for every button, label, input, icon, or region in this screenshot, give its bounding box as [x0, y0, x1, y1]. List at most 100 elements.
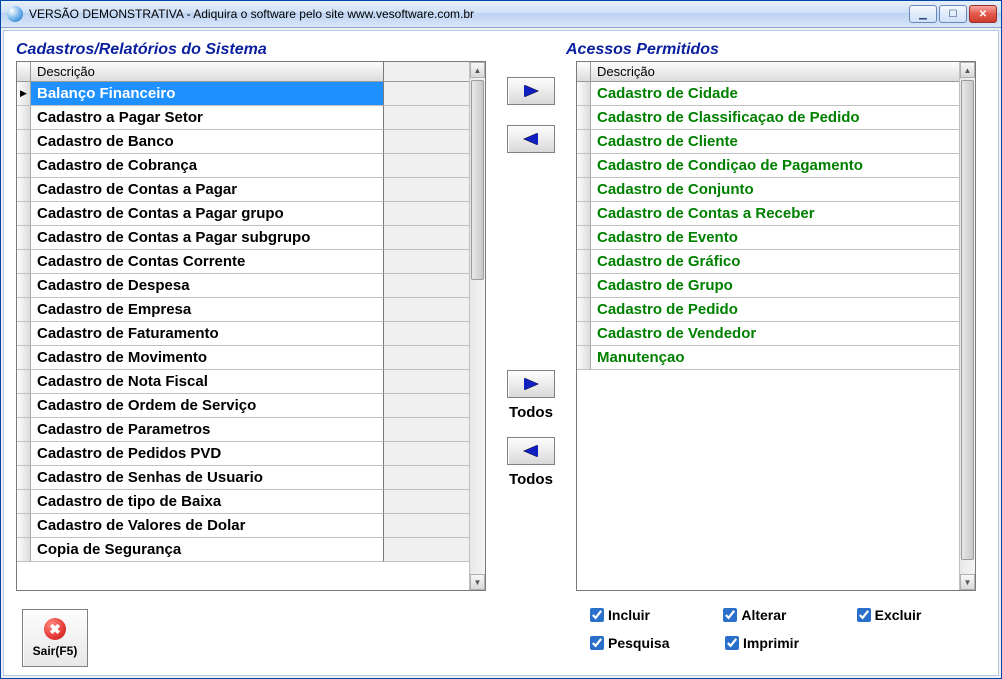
- table-row[interactable]: Cadastro de Pedido: [577, 298, 959, 322]
- scroll-thumb[interactable]: [471, 80, 484, 280]
- cell-descricao[interactable]: Balanço Financeiro: [31, 82, 383, 106]
- cell-descricao[interactable]: Cadastro de Banco: [31, 130, 383, 154]
- cell-descricao[interactable]: Cadastro de Despesa: [31, 274, 383, 298]
- cell-descricao[interactable]: Cadastro de Cidade: [591, 82, 959, 106]
- cell-descricao[interactable]: Cadastro de Valores de Dolar: [31, 514, 383, 538]
- move-right-button[interactable]: [507, 77, 555, 105]
- cell-descricao[interactable]: Cadastro de Faturamento: [31, 322, 383, 346]
- table-row[interactable]: Cadastro de Parametros: [17, 418, 469, 442]
- close-button[interactable]: ✕: [969, 5, 997, 23]
- table-row[interactable]: Cadastro de tipo de Baixa: [17, 490, 469, 514]
- cell-descricao[interactable]: Cadastro de Senhas de Usuario: [31, 466, 383, 490]
- table-row[interactable]: Cadastro de Contas a Pagar grupo: [17, 202, 469, 226]
- table-row[interactable]: Cadastro de Gráfico: [577, 250, 959, 274]
- checkbox-pesquisa[interactable]: [590, 636, 604, 650]
- table-row[interactable]: Cadastro de Contas a Receber: [577, 202, 959, 226]
- check-alterar[interactable]: Alterar: [719, 605, 852, 625]
- scrollbar-vertical[interactable]: ▲ ▼: [959, 62, 975, 590]
- table-row[interactable]: Cadastro de Cobrança: [17, 154, 469, 178]
- cell-descricao[interactable]: Cadastro de Contas a Pagar subgrupo: [31, 226, 383, 250]
- cell-descricao[interactable]: Cadastro de Contas a Receber: [591, 202, 959, 226]
- heading-cadastros: Cadastros/Relatórios do Sistema: [16, 41, 486, 59]
- cell-descricao[interactable]: Cadastro de Gráfico: [591, 250, 959, 274]
- sair-button[interactable]: ✖ Sair(F5): [22, 609, 88, 667]
- column-header-descricao[interactable]: Descrição: [31, 62, 383, 82]
- checkbox-excluir[interactable]: [857, 608, 871, 622]
- table-row[interactable]: Cadastro de Cidade: [577, 82, 959, 106]
- cell-descricao[interactable]: Cadastro de Empresa: [31, 298, 383, 322]
- table-row[interactable]: Cadastro de Movimento: [17, 346, 469, 370]
- cell-descricao[interactable]: Cadastro de Contas Corrente: [31, 250, 383, 274]
- table-row[interactable]: Cadastro de Conjunto: [577, 178, 959, 202]
- cell-descricao[interactable]: Cadastro de Pedido: [591, 298, 959, 322]
- checkbox-incluir[interactable]: [590, 608, 604, 622]
- cell-descricao[interactable]: Cadastro de Evento: [591, 226, 959, 250]
- cell-descricao[interactable]: Cadastro de Contas a Pagar grupo: [31, 202, 383, 226]
- check-imprimir[interactable]: Imprimir: [721, 633, 856, 653]
- table-row[interactable]: Cadastro de Empresa: [17, 298, 469, 322]
- cell-descricao[interactable]: Cadastro a Pagar Setor: [31, 106, 383, 130]
- cell-descricao[interactable]: Cadastro de Parametros: [31, 418, 383, 442]
- table-row[interactable]: Cadastro de Senhas de Usuario: [17, 466, 469, 490]
- cell-descricao[interactable]: Cadastro de Movimento: [31, 346, 383, 370]
- table-row[interactable]: Cadastro de Condiçao de Pagamento: [577, 154, 959, 178]
- cell-descricao[interactable]: Cadastro de Pedidos PVD: [31, 442, 383, 466]
- cell-descricao[interactable]: Cadastro de tipo de Baixa: [31, 490, 383, 514]
- table-row[interactable]: Manutençao: [577, 346, 959, 370]
- table-row[interactable]: Cadastro de Vendedor: [577, 322, 959, 346]
- table-row[interactable]: Cadastro de Banco: [17, 130, 469, 154]
- table-row[interactable]: Cadastro de Grupo: [577, 274, 959, 298]
- row-indicator: [17, 202, 31, 226]
- cell-descricao[interactable]: Cadastro de Cliente: [591, 130, 959, 154]
- table-row[interactable]: Cadastro de Classificaçao de Pedido: [577, 106, 959, 130]
- scrollbar-vertical[interactable]: ▲ ▼: [469, 62, 485, 590]
- table-row[interactable]: Cadastro de Contas a Pagar subgrupo: [17, 226, 469, 250]
- transfer-buttons: Todos Todos: [486, 61, 576, 595]
- table-row[interactable]: Cadastro de Ordem de Serviço: [17, 394, 469, 418]
- cell-descricao[interactable]: Cadastro de Conjunto: [591, 178, 959, 202]
- checkbox-alterar[interactable]: [723, 608, 737, 622]
- check-incluir[interactable]: Incluir: [586, 605, 719, 625]
- row-indicator: [17, 442, 31, 466]
- scroll-thumb[interactable]: [961, 80, 974, 560]
- scroll-up-icon[interactable]: ▲: [960, 62, 975, 78]
- table-row[interactable]: Cadastro de Despesa: [17, 274, 469, 298]
- maximize-button[interactable]: ☐: [939, 5, 967, 23]
- cell-descricao[interactable]: Cadastro de Contas a Pagar: [31, 178, 383, 202]
- scroll-up-icon[interactable]: ▲: [470, 62, 485, 78]
- table-row[interactable]: Balanço Financeiro: [17, 82, 469, 106]
- cell-descricao[interactable]: Cadastro de Classificaçao de Pedido: [591, 106, 959, 130]
- table-row[interactable]: Cadastro de Nota Fiscal: [17, 370, 469, 394]
- table-row[interactable]: Cadastro a Pagar Setor: [17, 106, 469, 130]
- arrow-left-icon: [524, 133, 538, 145]
- cell-descricao[interactable]: Manutençao: [591, 346, 959, 370]
- table-row[interactable]: Cadastro de Contas a Pagar: [17, 178, 469, 202]
- move-all-left-button[interactable]: [507, 437, 555, 465]
- grid-cadastros[interactable]: Descrição Balanço FinanceiroCadastro a P…: [16, 61, 486, 591]
- cell-descricao[interactable]: Copia de Segurança: [31, 538, 383, 562]
- grid-acessos[interactable]: Descrição Cadastro de CidadeCadastro de …: [576, 61, 976, 591]
- table-row[interactable]: Cadastro de Faturamento: [17, 322, 469, 346]
- table-row[interactable]: Cadastro de Valores de Dolar: [17, 514, 469, 538]
- app-window: VERSÃO DEMONSTRATIVA - Adiquira o softwa…: [0, 0, 1002, 679]
- scroll-down-icon[interactable]: ▼: [960, 574, 975, 590]
- cell-descricao[interactable]: Cadastro de Ordem de Serviço: [31, 394, 383, 418]
- minimize-button[interactable]: ▁: [909, 5, 937, 23]
- column-header-descricao[interactable]: Descrição: [591, 62, 959, 82]
- cell-descricao[interactable]: Cadastro de Condiçao de Pagamento: [591, 154, 959, 178]
- cell-descricao[interactable]: Cadastro de Nota Fiscal: [31, 370, 383, 394]
- move-left-button[interactable]: [507, 125, 555, 153]
- table-row[interactable]: Copia de Segurança: [17, 538, 469, 562]
- cell-descricao[interactable]: Cadastro de Grupo: [591, 274, 959, 298]
- table-row[interactable]: Cadastro de Evento: [577, 226, 959, 250]
- cell-descricao[interactable]: Cadastro de Cobrança: [31, 154, 383, 178]
- table-row[interactable]: Cadastro de Cliente: [577, 130, 959, 154]
- scroll-down-icon[interactable]: ▼: [470, 574, 485, 590]
- checkbox-imprimir[interactable]: [725, 636, 739, 650]
- cell-descricao[interactable]: Cadastro de Vendedor: [591, 322, 959, 346]
- check-excluir[interactable]: Excluir: [853, 605, 986, 625]
- move-all-right-button[interactable]: [507, 370, 555, 398]
- table-row[interactable]: Cadastro de Pedidos PVD: [17, 442, 469, 466]
- table-row[interactable]: Cadastro de Contas Corrente: [17, 250, 469, 274]
- check-pesquisa[interactable]: Pesquisa: [586, 633, 721, 653]
